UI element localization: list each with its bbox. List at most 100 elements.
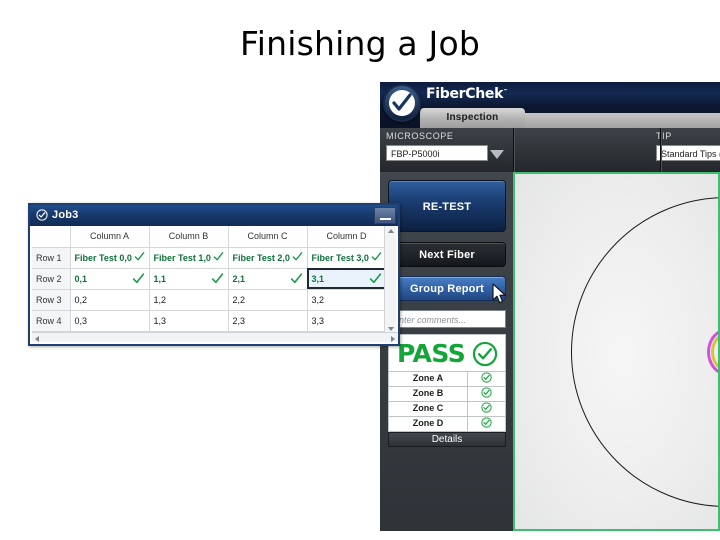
row-header-1[interactable]: Row 1 xyxy=(32,246,71,269)
pass-status-banner: PASS xyxy=(388,334,506,372)
minimize-icon xyxy=(380,218,391,220)
cell-c3[interactable]: 2,2 xyxy=(227,288,308,311)
cell-d1[interactable]: Fiber Test 3,0 xyxy=(306,246,386,269)
cell-c4-value: 2,3 xyxy=(232,315,246,326)
table-row: Row 1 Fiber Test 0,0 Fiber Test 1,0 Fibe… xyxy=(32,246,386,269)
cell-b4[interactable]: 1,3 xyxy=(148,309,229,332)
check-circle-icon-zone-d xyxy=(481,417,492,428)
zone-c-status xyxy=(468,402,506,417)
fiber-image-viewport[interactable] xyxy=(513,172,720,531)
row-header-2[interactable]: Row 2 xyxy=(32,267,71,290)
cell-a1-value: Fiber Test 0,0 xyxy=(74,252,132,263)
cell-b1-value: Fiber Test 1,0 xyxy=(153,252,211,263)
check-circle-logo-icon xyxy=(383,84,421,122)
check-circle-icon-job xyxy=(36,209,48,221)
check-circle-icon-zone-c xyxy=(481,402,492,413)
job-grid-table: Column A Column B Column C Column D Row … xyxy=(32,226,386,332)
cell-b4-value: 1,3 xyxy=(153,315,167,326)
row-header-4[interactable]: Row 4 xyxy=(32,309,71,332)
job-grid-viewport: Column A Column B Column C Column D Row … xyxy=(32,226,386,334)
cell-a2-value: 0,1 xyxy=(74,273,88,284)
cell-a1[interactable]: Fiber Test 0,0 xyxy=(69,246,150,269)
cell-b2[interactable]: 1,1 xyxy=(148,267,229,290)
cell-d4[interactable]: 3,3 xyxy=(306,309,386,332)
tip-label: TIP xyxy=(656,131,672,141)
cell-b2-value: 1,1 xyxy=(153,273,167,284)
cell-a3-value: 0,2 xyxy=(74,294,88,305)
check-icon-a2 xyxy=(132,272,144,283)
next-fiber-button[interactable]: Next Fiber xyxy=(388,242,506,267)
selector-divider-2 xyxy=(660,128,662,172)
cell-c1[interactable]: Fiber Test 2,0 xyxy=(227,246,308,269)
zone-d-status xyxy=(468,417,506,432)
scroll-up-arrow-icon[interactable] xyxy=(388,229,394,233)
cell-a4-value: 0,3 xyxy=(74,315,88,326)
zone-a-label: Zone A xyxy=(388,372,468,387)
check-icon-d2 xyxy=(369,272,381,283)
zone-row: Zone D xyxy=(388,417,506,432)
check-icon-b1 xyxy=(213,251,223,260)
cell-d4-value: 3,3 xyxy=(311,315,325,326)
cell-c3-value: 2,2 xyxy=(232,294,246,305)
microscope-select[interactable]: FBP-P5000i xyxy=(386,145,488,161)
cell-c4[interactable]: 2,3 xyxy=(227,309,308,332)
zone-row: Zone C xyxy=(388,402,506,417)
profile-selector-group: PROFILE SM U xyxy=(662,82,720,126)
cell-d2-selected[interactable]: 3,1 xyxy=(306,267,386,290)
cell-d2-value: 3,1 xyxy=(311,273,325,284)
vertical-scrollbar[interactable] xyxy=(384,226,396,334)
scroll-right-arrow-icon[interactable] xyxy=(391,336,395,342)
cell-c2-value: 2,1 xyxy=(232,273,246,284)
check-circle-icon-zone-b xyxy=(481,387,492,398)
cell-c2[interactable]: 2,1 xyxy=(227,267,308,290)
chevron-down-icon-microscope[interactable] xyxy=(490,150,504,159)
retest-button[interactable]: RE-TEST xyxy=(388,180,506,232)
row-header-3[interactable]: Row 3 xyxy=(32,288,71,311)
scroll-left-arrow-icon[interactable] xyxy=(35,336,39,342)
cell-d1-value: Fiber Test 3,0 xyxy=(311,252,369,263)
job-grid-window: Job3 Column A Column B Column C Column D… xyxy=(28,203,400,346)
check-icon-c1 xyxy=(292,251,302,260)
table-row: Row 3 0,2 1,2 2,2 3,2 xyxy=(32,288,386,311)
cell-d3[interactable]: 3,2 xyxy=(306,288,386,311)
grid-corner-cell xyxy=(32,226,71,248)
scroll-down-arrow-icon[interactable] xyxy=(388,327,394,331)
zone-b-label: Zone B xyxy=(388,387,468,402)
fiberchek-application-window: FiberChek™ Inspection MICROSCOPE FBP-P50… xyxy=(380,82,720,531)
page-title: Finishing a Job xyxy=(239,24,481,63)
minimize-button[interactable] xyxy=(374,207,396,224)
cell-c1-value: Fiber Test 2,0 xyxy=(232,252,290,263)
comments-input[interactable]: Enter comments... xyxy=(388,310,506,328)
column-header-b[interactable]: Column B xyxy=(148,226,229,248)
check-icon-c2 xyxy=(290,272,302,283)
zone-d-label: Zone D xyxy=(388,417,468,432)
table-row: Row 4 0,3 1,3 2,3 3,3 xyxy=(32,309,386,332)
check-icon-b2 xyxy=(211,272,223,283)
cell-d3-value: 3,2 xyxy=(311,294,325,305)
inspection-result-card: PASS Zone A Zone B Zone C Zone D Details xyxy=(388,334,506,447)
fiber-cladding-circle xyxy=(571,197,718,507)
table-header-row: Column A Column B Column C Column D xyxy=(32,226,386,248)
cell-b1[interactable]: Fiber Test 1,0 xyxy=(148,246,229,269)
cell-b3-value: 1,2 xyxy=(153,294,167,305)
details-button[interactable]: Details xyxy=(388,432,506,447)
microscope-label: MICROSCOPE xyxy=(386,131,454,141)
zone-c-label: Zone C xyxy=(388,402,468,417)
column-header-a[interactable]: Column A xyxy=(69,226,150,248)
logo-check-glyph xyxy=(392,93,412,111)
horizontal-scrollbar[interactable] xyxy=(32,332,398,342)
column-header-d[interactable]: Column D xyxy=(306,226,386,248)
pass-status-text: PASS xyxy=(397,339,466,368)
zone-b-status xyxy=(468,387,506,402)
cell-b3[interactable]: 1,2 xyxy=(148,288,229,311)
cell-a3[interactable]: 0,2 xyxy=(69,288,150,311)
column-header-c[interactable]: Column C xyxy=(227,226,308,248)
zone-a-status xyxy=(468,372,506,387)
group-report-button[interactable]: Group Report xyxy=(388,276,506,301)
tip-select[interactable]: Standard Tips (with BAP1) xyxy=(656,145,720,161)
cell-a2[interactable]: 0,1 xyxy=(69,267,150,290)
table-row: Row 2 0,1 1,1 2,1 3,1 xyxy=(32,267,386,290)
cell-a4[interactable]: 0,3 xyxy=(69,309,150,332)
check-circle-icon-pass xyxy=(472,341,498,367)
zone-row: Zone A xyxy=(388,372,506,387)
